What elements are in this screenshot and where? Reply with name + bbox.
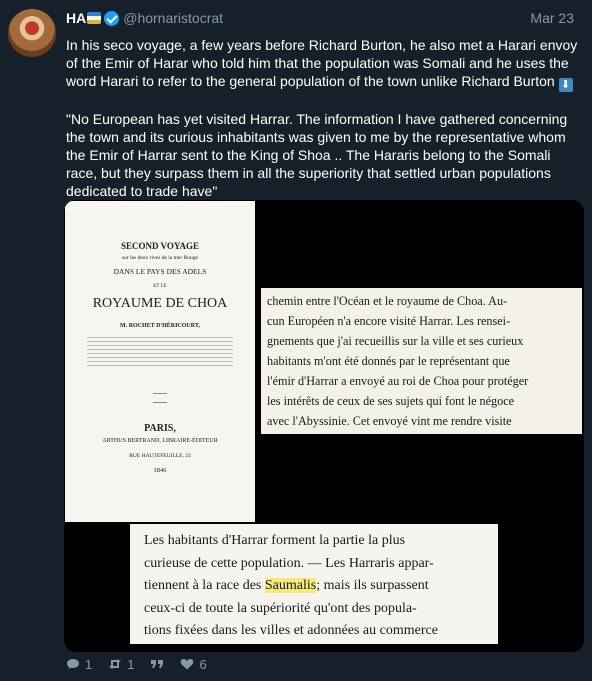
tweet-date[interactable]: Mar 23 [530,10,574,26]
book-title-2: sur les deux rives de la mer Rouge [122,255,198,261]
book-year: 1846 [153,467,167,474]
book-title-3: DANS LE PAYS DES ADELS [113,267,207,276]
scan2-text: tiennent à la race des [144,578,265,593]
tweet-header: HA @hornaristocrat Mar 23 [66,10,580,28]
ornament-divider [153,393,167,403]
book-title-1: SECOND VOYAGE [120,241,200,251]
book-title-4: ET LE [153,284,167,289]
tweet-media[interactable]: SECOND VOYAGE sur les deux rives de la m… [64,200,584,652]
reply-button[interactable]: 1 [66,656,92,672]
book-author: M. ROCHET D'HÉRICOURT, [120,323,200,329]
tweet-text: In his seco voyage, a few years before R… [66,36,582,200]
scan1-line: cun Européen n'a encore visité Harrar. L… [267,314,511,328]
reply-icon [67,659,79,669]
tweet-paragraph-1: In his seco voyage, a few years before R… [66,37,578,89]
scan2-line: ceux-ci de toute la supériorité qu'ont d… [144,600,417,616]
book-city: PARIS, [144,423,176,434]
user-handle[interactable]: @hornaristocrat [123,10,223,26]
scan2-line: tiennent à la race des Saumalis; mais il… [144,575,484,598]
scanned-text-excerpt-2[interactable]: Les habitants d'Harrar forment la partie… [130,524,498,644]
quote-icon [151,660,164,668]
book-title-page-image[interactable]: SECOND VOYAGE sur les deux rives de la m… [65,201,255,522]
scan2-line: curieuse de cette population. — Les Harr… [144,555,434,571]
quote-button[interactable] [150,656,164,672]
scan2-line: tions fixées dans les villes et adonnées… [144,623,438,638]
book-publisher: ARTHUS BERTRAND, LIBRAIRE-ÉDITEUR [102,438,218,444]
like-count: 6 [199,656,207,672]
flag-emoji-icon [87,12,102,24]
highlighted-word: Saumalis [264,578,317,593]
book-title-5: ROYAUME DE CHOA [92,296,228,311]
book-address: RUE HAUTEFEUILLE, 23 [129,453,191,459]
author-credentials-lines [87,334,233,368]
retweet-button[interactable]: 1 [108,656,134,672]
avatar[interactable] [8,9,56,57]
verified-badge-icon [104,11,120,26]
scan1-line: gnements que j'ai recueillis sur la vill… [267,334,524,348]
scan1-line: habitants m'ont été donnés par le représ… [267,354,510,368]
display-name[interactable]: HA [66,10,86,26]
heart-icon [181,658,194,670]
tweet-actions: 1 1 6 [66,656,207,672]
scan2-line: Les habitants d'Harrar forment la partie… [144,533,406,548]
like-button[interactable]: 6 [180,656,207,672]
scan1-line: l'émir d'Harrar a envoyé au roi de Choa … [267,374,529,388]
retweet-count: 1 [127,656,135,672]
scan1-line: chemin entre l'Océan et le royaume de Ch… [267,294,508,308]
scan2-text: ; mais ils surpassent [316,578,429,593]
scan1-line: les intérêts de ceux de ses sujets qui f… [267,394,515,408]
reply-count: 1 [85,656,93,672]
down-arrow-emoji-icon: ⬇ [558,78,573,92]
retweet-icon [109,659,122,669]
scanned-text-excerpt-1[interactable]: chemin entre l'Océan et le royaume de Ch… [261,288,582,434]
tweet-paragraph-2: "No European has yet visited Harrar. The… [66,111,568,199]
scan1-line: avec l'Abyssinie. Cet envoyé vint me ren… [267,414,512,428]
